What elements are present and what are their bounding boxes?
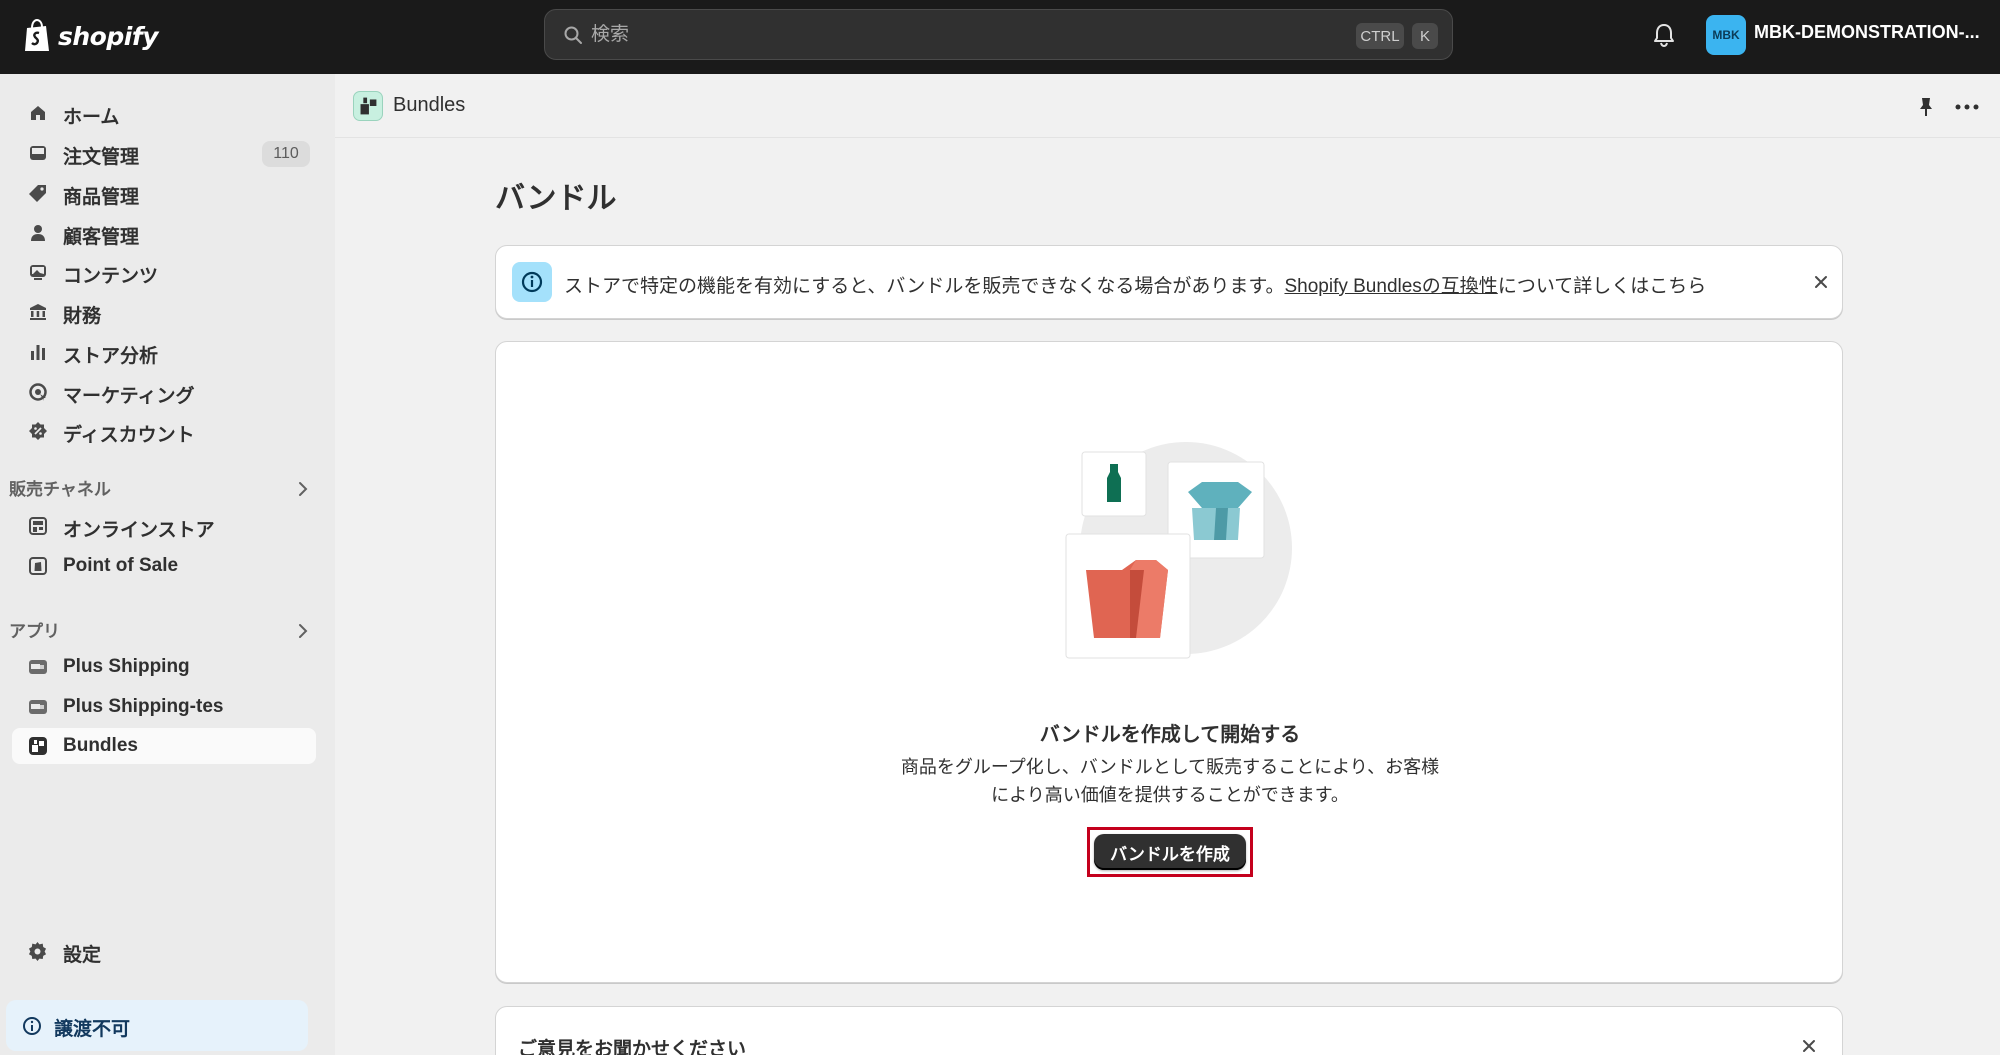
tag-icon bbox=[29, 185, 46, 202]
store-name[interactable]: MBK-DEMONSTRATION-... bbox=[1754, 22, 1980, 43]
compatibility-link[interactable]: Shopify Bundlesの互換性 bbox=[1284, 276, 1497, 297]
pin-icon[interactable] bbox=[1915, 96, 1937, 118]
orders-count-badge: 110 bbox=[262, 141, 310, 167]
sidebar-item-analytics[interactable]: ストア分析 bbox=[12, 334, 316, 370]
close-icon[interactable] bbox=[1812, 273, 1830, 291]
banner-text-after: について詳しくはこちら bbox=[1497, 276, 1707, 297]
sidebar-item-home[interactable]: ホーム bbox=[12, 95, 316, 131]
search-bar[interactable]: CTRL K bbox=[544, 9, 1453, 60]
bar-chart-icon bbox=[31, 345, 45, 360]
store-icon bbox=[29, 517, 47, 535]
search-input[interactable] bbox=[591, 16, 1351, 54]
info-icon bbox=[23, 1017, 41, 1035]
sidebar-item-online-store[interactable]: オンラインストア bbox=[12, 508, 316, 544]
home-icon bbox=[31, 106, 45, 120]
sidebar-item-label: 注文管理 bbox=[63, 147, 140, 168]
chevron-right-icon[interactable] bbox=[294, 622, 312, 640]
top-bar: shopify CTRL K MBK MBK-DEMONSTRATION-... bbox=[0, 0, 2000, 74]
empty-state-description-line1: 商品をグループ化し、バンドルとして販売することにより、お客様 bbox=[900, 757, 1440, 777]
bell-icon[interactable] bbox=[1652, 22, 1676, 48]
empty-state-description-line2: により高い価値を提供することができます。 bbox=[991, 785, 1349, 805]
sidebar-item-label: Bundles bbox=[63, 735, 138, 756]
banner-text-before: ストアで特定の機能を有効にすると、バンドルを販売できなくなる場合があります。 bbox=[564, 276, 1285, 297]
person-icon bbox=[31, 225, 45, 241]
store-avatar[interactable]: MBK bbox=[1706, 15, 1746, 55]
more-options-icon[interactable] bbox=[1953, 96, 1981, 118]
shopify-bag-icon bbox=[25, 19, 49, 51]
empty-state-title: バンドルを作成して開始する bbox=[1039, 724, 1301, 746]
sidebar-item-label: オンラインストア bbox=[63, 520, 215, 541]
compatibility-banner: ストアで特定の機能を有効にすると、バンドルを販売できなくなる場合があります。Sh… bbox=[495, 245, 1843, 319]
non-transferable-notice[interactable]: 譲渡不可 bbox=[6, 1000, 308, 1051]
non-transferable-label: 譲渡不可 bbox=[54, 1019, 131, 1040]
shortcut-k-key: K bbox=[1412, 23, 1438, 49]
sidebar-item-bundles[interactable]: Bundles bbox=[12, 728, 316, 764]
bundles-icon bbox=[29, 737, 47, 755]
app-title: Bundles bbox=[393, 94, 466, 116]
sidebar-item-label: 設定 bbox=[63, 945, 102, 966]
create-bundle-button[interactable]: バンドルを作成 bbox=[1094, 834, 1246, 870]
chevron-right-icon[interactable] bbox=[294, 480, 312, 498]
sidebar-item-marketing[interactable]: マーケティング bbox=[12, 374, 316, 410]
empty-state-card: バンドルを作成して開始する 商品をグループ化し、バンドルとして販売することにより… bbox=[495, 341, 1843, 983]
sidebar-item-content[interactable]: コンテンツ bbox=[12, 254, 316, 290]
truck-icon bbox=[29, 700, 47, 714]
page-title: バンドル bbox=[495, 182, 617, 215]
sidebar-item-label: Point of Sale bbox=[63, 555, 179, 576]
banner-message: ストアで特定の機能を有効にすると、バンドルを販売できなくなる場合があります。Sh… bbox=[564, 271, 1706, 298]
sidebar-item-discounts[interactable]: ディスカウント bbox=[12, 413, 316, 449]
truck-icon bbox=[29, 660, 47, 674]
gear-icon bbox=[28, 941, 47, 961]
sidebar-item-label: Plus Shipping-tes bbox=[63, 696, 224, 717]
sidebar-item-label: 顧客管理 bbox=[63, 227, 140, 248]
sidebar-item-finance[interactable]: 財務 bbox=[12, 294, 316, 330]
sidebar-item-settings[interactable]: 設定 bbox=[12, 933, 316, 969]
feedback-card: ご意見をお聞かせください bbox=[495, 1006, 1843, 1055]
inbox-icon bbox=[30, 146, 46, 160]
sidebar-item-products[interactable]: 商品管理 bbox=[12, 175, 316, 211]
sidebar-item-label: 財務 bbox=[63, 306, 102, 327]
sidebar-item-label: ホーム bbox=[63, 107, 120, 128]
sales-channels-heading: 販売チャネル bbox=[9, 480, 111, 499]
sidebar-item-label: 商品管理 bbox=[63, 187, 140, 208]
image-icon bbox=[30, 265, 46, 280]
search-icon bbox=[564, 26, 582, 44]
sidebar: ホーム 注文管理 110 商品管理 顧客管理 コンテンツ 財務 ストア分析 マー… bbox=[0, 74, 335, 1055]
sidebar-item-plus-shipping[interactable]: Plus Shipping bbox=[12, 649, 316, 685]
bank-icon bbox=[30, 304, 46, 320]
sidebar-item-label: Plus Shipping bbox=[63, 656, 190, 677]
feedback-title: ご意見をお聞かせください bbox=[518, 1039, 747, 1055]
sidebar-item-orders[interactable]: 注文管理 110 bbox=[12, 135, 316, 171]
logo-wordmark: shopify bbox=[58, 21, 159, 51]
sidebar-item-label: ディスカウント bbox=[63, 425, 195, 446]
banner-info-box bbox=[512, 262, 552, 302]
sidebar-item-point-of-sale[interactable]: Point of Sale bbox=[12, 548, 316, 584]
shopify-logo[interactable]: shopify bbox=[22, 15, 159, 57]
sidebar-item-customers[interactable]: 顧客管理 bbox=[12, 215, 316, 251]
info-icon bbox=[521, 271, 543, 293]
target-icon bbox=[29, 383, 47, 401]
sidebar-item-label: コンテンツ bbox=[63, 266, 159, 287]
app-header: Bundles bbox=[335, 74, 2000, 138]
discount-icon bbox=[29, 422, 47, 440]
bundles-app-icon bbox=[353, 91, 383, 121]
sidebar-item-label: マーケティング bbox=[63, 386, 195, 407]
apps-heading: アプリ bbox=[9, 622, 60, 641]
empty-state-description: 商品をグループ化し、バンドルとして販売することにより、お客様 により高い価値を提… bbox=[896, 753, 1444, 809]
create-bundle-highlight: バンドルを作成 bbox=[1087, 827, 1253, 877]
close-icon[interactable] bbox=[1800, 1037, 1818, 1055]
pos-icon bbox=[29, 557, 47, 575]
sidebar-item-plus-shipping-tes[interactable]: Plus Shipping-tes bbox=[12, 689, 316, 725]
sidebar-item-label: ストア分析 bbox=[63, 346, 159, 367]
bundle-illustration bbox=[1065, 442, 1292, 659]
shortcut-ctrl-key: CTRL bbox=[1356, 23, 1404, 49]
